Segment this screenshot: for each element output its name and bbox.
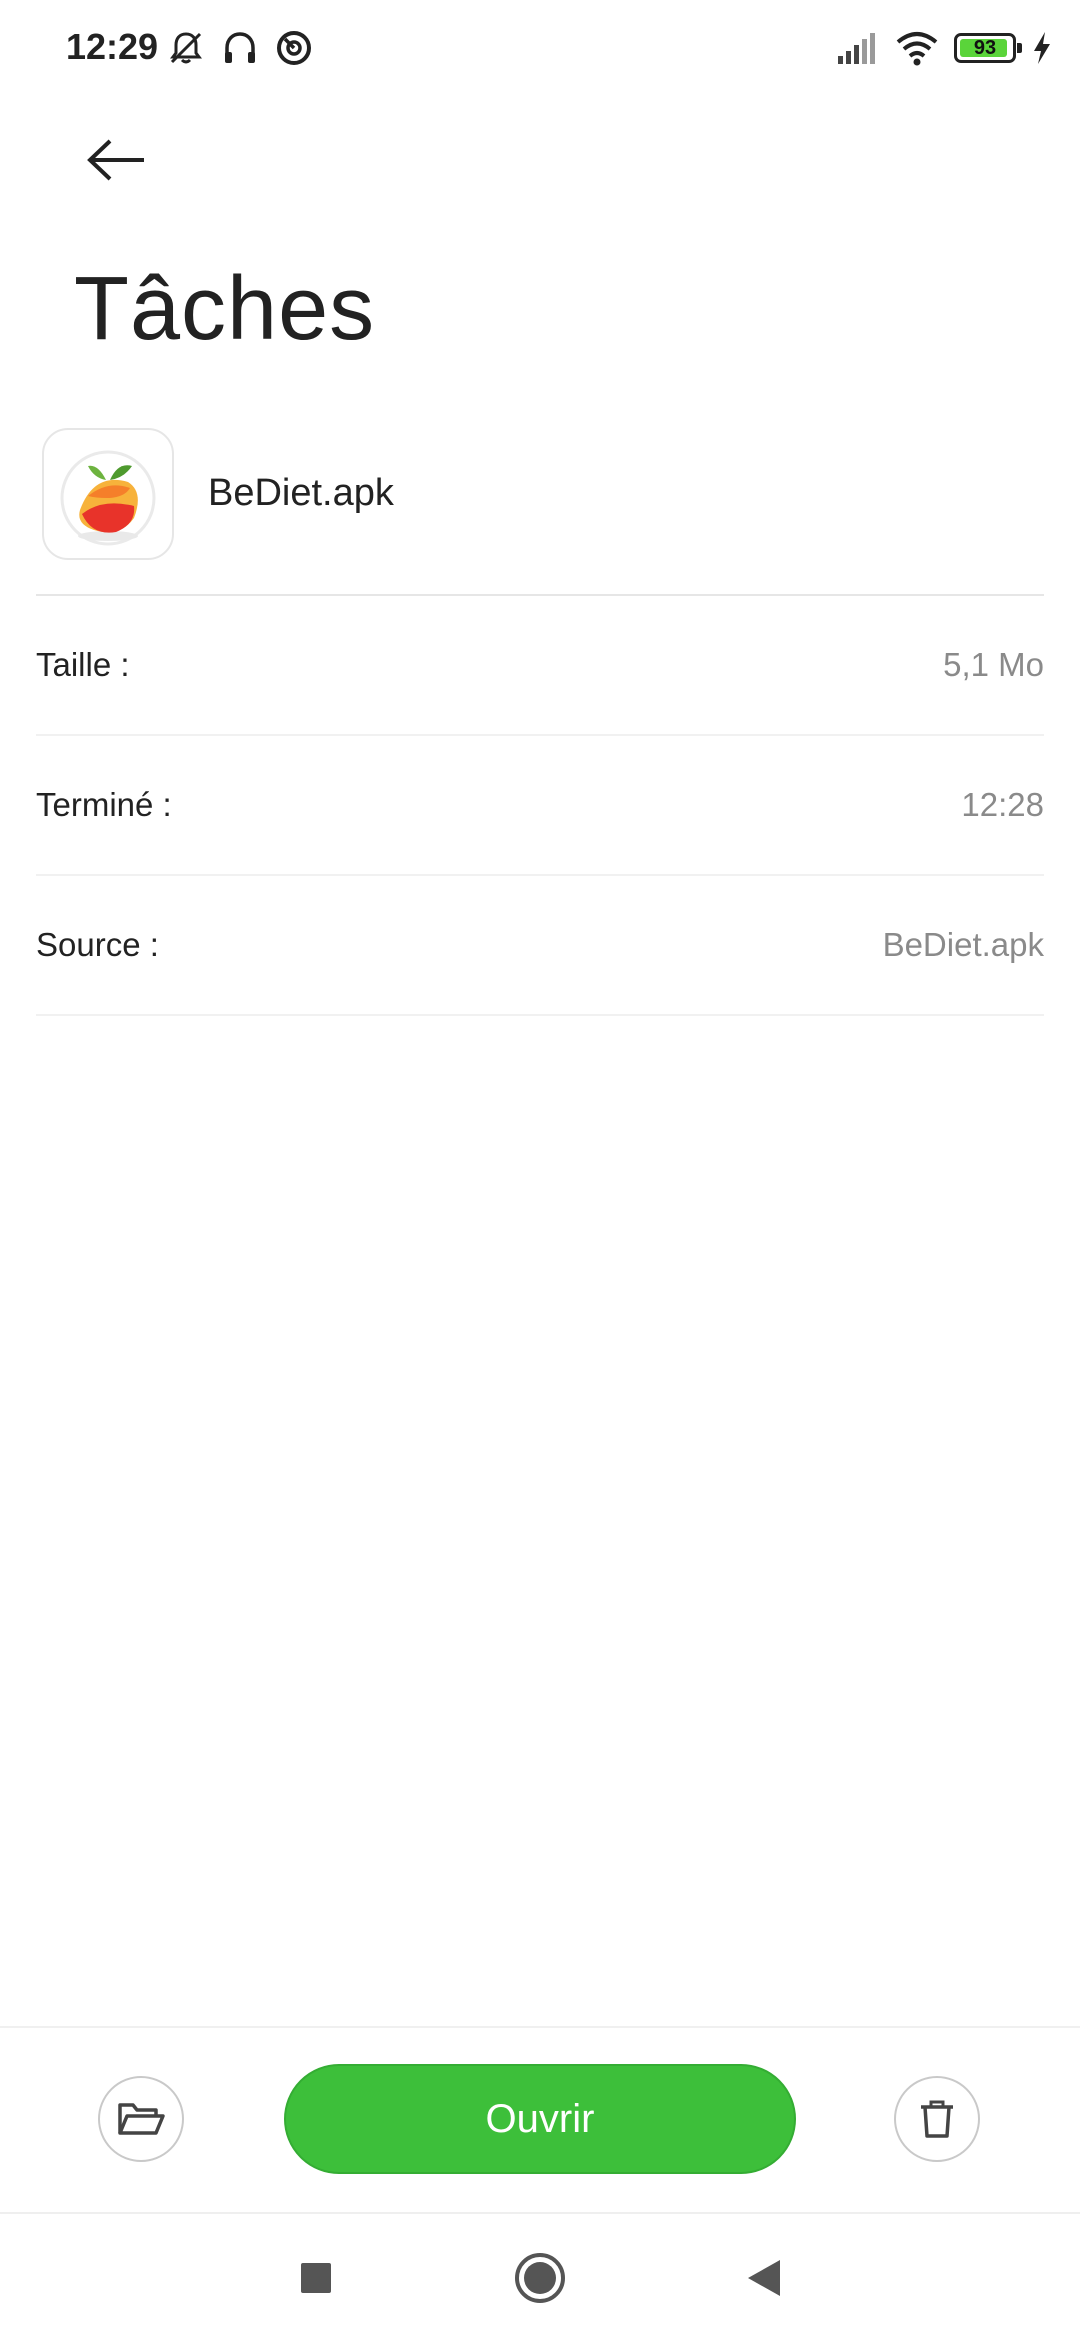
- screen: 12:29 93 Tâches BeDiet.apk Taille: 5,1 …: [0, 0, 1080, 2340]
- signal-icon: [838, 33, 875, 64]
- detail-label: Taille :: [36, 646, 130, 683]
- bell-muted-icon: [170, 32, 202, 64]
- nav-bar: [0, 2212, 1080, 2340]
- back-button[interactable]: [80, 130, 152, 190]
- battery-level: 93: [973, 36, 997, 59]
- detail-value: 12:28: [961, 786, 1044, 823]
- detail-label: Terminé :: [36, 786, 172, 823]
- detail-row-completed: Terminé : 12:28: [36, 736, 1044, 876]
- home-circle-icon: [515, 2253, 565, 2303]
- folder-open-icon: [118, 2103, 165, 2135]
- battery-icon: 93: [954, 33, 1022, 63]
- open-folder-button[interactable]: [98, 2076, 184, 2162]
- detail-value: BeDiet.apk: [882, 926, 1044, 963]
- back-triangle-icon: [748, 2260, 780, 2296]
- delete-button[interactable]: [894, 2076, 980, 2162]
- back-nav-button[interactable]: [736, 2250, 792, 2306]
- trash-icon: [921, 2100, 953, 2138]
- wifi-icon: [896, 32, 938, 66]
- detail-row-size: Taille : 5,1 Mo: [36, 596, 1044, 736]
- battery-tip: [1017, 43, 1022, 53]
- status-time: 12:29: [66, 26, 159, 67]
- fruit-app-icon: [42, 428, 174, 560]
- home-button[interactable]: [512, 2250, 568, 2306]
- recents-button[interactable]: [288, 2250, 344, 2306]
- arrow-left-icon: [87, 139, 144, 181]
- status-icons-left: [166, 28, 314, 68]
- status-bar: 12:29 93: [0, 0, 1080, 100]
- app-name: BeDiet.apk: [208, 472, 394, 514]
- charging-icon: [1034, 32, 1050, 64]
- page-title: Tâches: [74, 259, 376, 359]
- dnd-icon: [277, 31, 311, 65]
- headphones-icon: [225, 32, 255, 63]
- action-bar: Ouvrir: [0, 2026, 1080, 2212]
- detail-label: Source :: [36, 926, 159, 963]
- app-row: BeDiet.apk: [36, 428, 1044, 596]
- detail-value: 5,1 Mo: [943, 646, 1044, 683]
- recents-square-icon: [301, 2263, 331, 2293]
- open-button[interactable]: Ouvrir: [284, 2064, 796, 2174]
- status-icons-right: 93: [836, 28, 1054, 68]
- detail-row-source: Source : BeDiet.apk: [36, 876, 1044, 1016]
